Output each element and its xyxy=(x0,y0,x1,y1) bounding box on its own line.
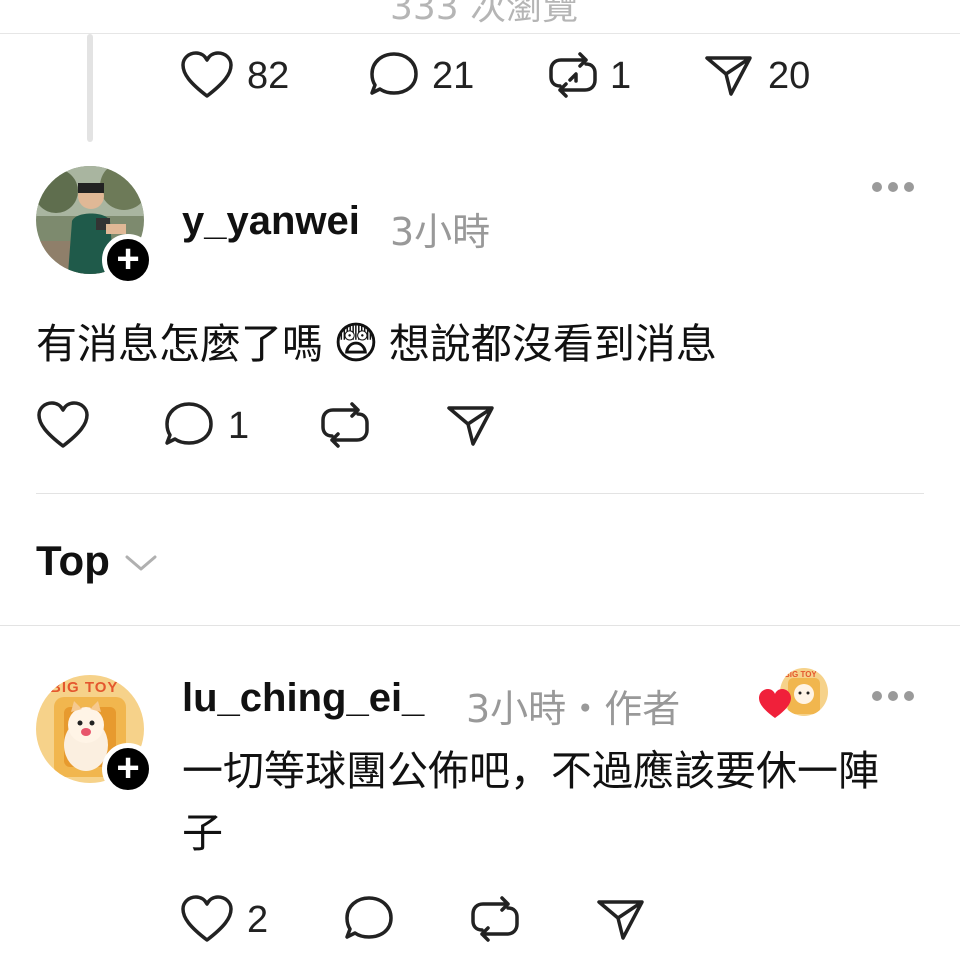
comment-count: 1 xyxy=(228,405,250,447)
repost-icon xyxy=(471,896,519,942)
share-count: 20 xyxy=(768,55,811,97)
liked-by-author-indicator: BIG TOY xyxy=(758,668,830,720)
repost-button[interactable] xyxy=(546,50,600,100)
like-button[interactable] xyxy=(180,894,234,944)
author-tag: ・作者 xyxy=(566,687,681,731)
username[interactable]: y_yanwei xyxy=(182,199,360,244)
divider xyxy=(0,625,960,626)
username[interactable]: lu_ching_ei_ xyxy=(182,676,424,721)
send-icon xyxy=(447,406,494,446)
repost-icon xyxy=(321,402,369,448)
comment-icon xyxy=(370,52,418,95)
avatar-label: BIG TOY xyxy=(50,679,119,696)
post-text: 一切等球團公佈吧，不過應該要休一陣子 xyxy=(182,747,879,857)
repost-count: 1 xyxy=(610,55,632,97)
repost-button[interactable] xyxy=(318,400,372,450)
more-options-button[interactable] xyxy=(872,691,914,701)
dot-icon xyxy=(872,182,882,192)
send-icon xyxy=(597,900,644,940)
divider xyxy=(0,33,960,34)
heart-icon xyxy=(181,895,233,942)
comment-icon xyxy=(345,896,393,939)
comment-icon xyxy=(165,402,213,445)
divider xyxy=(36,493,924,494)
follow-button[interactable]: + xyxy=(102,743,154,795)
like-count: 2 xyxy=(247,899,269,941)
fearful-face-emoji: 😨 xyxy=(333,318,379,369)
sort-dropdown[interactable]: Top xyxy=(36,537,158,585)
timestamp: 3小時 xyxy=(390,210,491,254)
comment-count: 21 xyxy=(432,55,475,97)
thread-line xyxy=(87,34,93,142)
view-count: 333 次瀏覽 xyxy=(390,0,579,28)
comment-button[interactable] xyxy=(163,400,215,450)
timestamp: 3小時・作者 xyxy=(466,687,681,731)
plus-icon: + xyxy=(116,745,140,790)
heart-icon xyxy=(181,51,233,98)
comment-button[interactable] xyxy=(343,894,395,944)
share-button[interactable] xyxy=(596,894,646,944)
comment-button[interactable] xyxy=(368,50,420,100)
repost-icon xyxy=(549,52,597,98)
send-icon xyxy=(705,56,752,96)
like-count: 82 xyxy=(247,55,290,97)
share-button[interactable] xyxy=(704,50,754,100)
more-options-button[interactable] xyxy=(872,182,914,192)
repost-button[interactable] xyxy=(468,894,522,944)
sort-label: Top xyxy=(36,537,110,584)
dot-icon xyxy=(872,691,882,701)
follow-button[interactable]: + xyxy=(102,234,154,286)
like-button[interactable] xyxy=(180,50,234,100)
like-button[interactable] xyxy=(36,400,90,450)
post-text: 有消息怎麼了嗎 😨 想說都沒看到消息 xyxy=(36,318,717,369)
plus-icon: + xyxy=(116,236,140,281)
heart-filled-icon xyxy=(759,689,791,718)
heart-icon xyxy=(37,401,89,448)
chevron-down-icon xyxy=(125,555,157,571)
share-button[interactable] xyxy=(446,400,496,450)
